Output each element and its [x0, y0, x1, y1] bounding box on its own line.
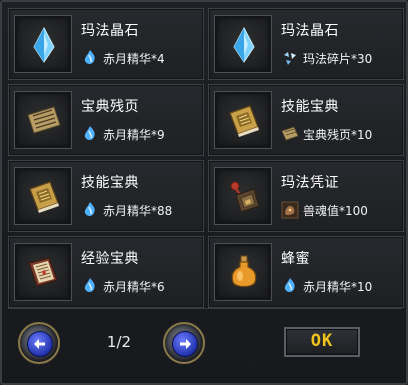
item-cost: 赤月精华*88 [81, 201, 172, 219]
item-name: 玛法晶石 [81, 23, 139, 39]
item-slot [14, 243, 72, 301]
crystal-icon [33, 26, 55, 63]
item-slot [14, 167, 72, 225]
cost-text: 赤月精华*10 [303, 279, 373, 294]
item-slot [14, 15, 72, 73]
ok-button[interactable]: OK [284, 327, 360, 357]
skill-book-icon [29, 181, 59, 213]
item-name: 玛法凭证 [281, 175, 339, 191]
arrow-left-icon [34, 339, 45, 349]
footer-bar: 1/2 OK [8, 308, 402, 377]
item-slot [214, 167, 272, 225]
scroll-page-icon [281, 126, 299, 141]
arrow-right-icon [180, 339, 191, 349]
cost-text: 赤月精华*6 [103, 279, 165, 294]
certificate-icon [230, 181, 260, 213]
prev-page-button[interactable] [18, 322, 60, 364]
essence-icon [84, 202, 95, 216]
honey-bottle-icon [231, 255, 257, 288]
essence-icon [284, 278, 295, 292]
item-name: 经验宝典 [81, 251, 139, 267]
shop-item[interactable]: 玛法凭证 兽魂值*100 [208, 160, 404, 232]
item-name: 技能宝典 [281, 99, 339, 115]
cost-text: 赤月精华*88 [103, 203, 173, 218]
shop-item[interactable]: 玛法晶石 赤月精华*4 [8, 8, 204, 80]
cost-text: 赤月精华*4 [103, 51, 165, 66]
item-slot [214, 243, 272, 301]
page-indicator: 1/2 [106, 333, 132, 351]
item-cost: 宝典残页*10 [281, 125, 372, 143]
item-slot [214, 91, 272, 149]
cost-text: 宝典残页*10 [303, 127, 373, 142]
item-grid: 玛法晶石 赤月精华*4 玛法晶石 玛法碎片*30 宝典残页 赤月精华*9 技能宝… [8, 8, 404, 308]
item-name: 蜂蜜 [281, 251, 310, 267]
skill-book-icon [229, 105, 259, 137]
item-cost: 兽魂值*100 [281, 201, 368, 219]
beast-soul-icon [281, 201, 299, 219]
item-slot [214, 15, 272, 73]
item-name: 技能宝典 [81, 175, 139, 191]
cost-text: 兽魂值*100 [303, 203, 368, 218]
cost-text: 玛法碎片*30 [303, 51, 373, 66]
item-cost: 赤月精华*6 [81, 277, 165, 295]
shop-item[interactable]: 蜂蜜 赤月精华*10 [208, 236, 404, 308]
shop-item[interactable]: 技能宝典 宝典残页*10 [208, 84, 404, 156]
crystal-icon [233, 26, 255, 63]
cost-text: 赤月精华*9 [103, 127, 165, 142]
item-cost: 赤月精华*9 [81, 125, 165, 143]
item-name: 宝典残页 [81, 99, 139, 115]
exp-book-icon [28, 257, 58, 287]
shop-item[interactable]: 玛法晶石 玛法碎片*30 [208, 8, 404, 80]
shop-item[interactable]: 宝典残页 赤月精华*9 [8, 84, 204, 156]
item-slot [14, 91, 72, 149]
essence-icon [84, 278, 95, 292]
essence-icon [84, 126, 95, 140]
next-page-button[interactable] [163, 322, 205, 364]
exchange-shop-panel: 玛法晶石 赤月精华*4 玛法晶石 玛法碎片*30 宝典残页 赤月精华*9 技能宝… [0, 0, 408, 385]
item-cost: 赤月精华*10 [281, 277, 372, 295]
scroll-page-icon [27, 106, 61, 134]
item-name: 玛法晶石 [281, 23, 339, 39]
shop-item[interactable]: 技能宝典 赤月精华*88 [8, 160, 204, 232]
shop-item[interactable]: 经验宝典 赤月精华*6 [8, 236, 204, 308]
shard-icon [284, 52, 296, 65]
item-cost: 玛法碎片*30 [281, 49, 372, 67]
essence-icon [84, 50, 95, 64]
item-cost: 赤月精华*4 [81, 49, 165, 67]
